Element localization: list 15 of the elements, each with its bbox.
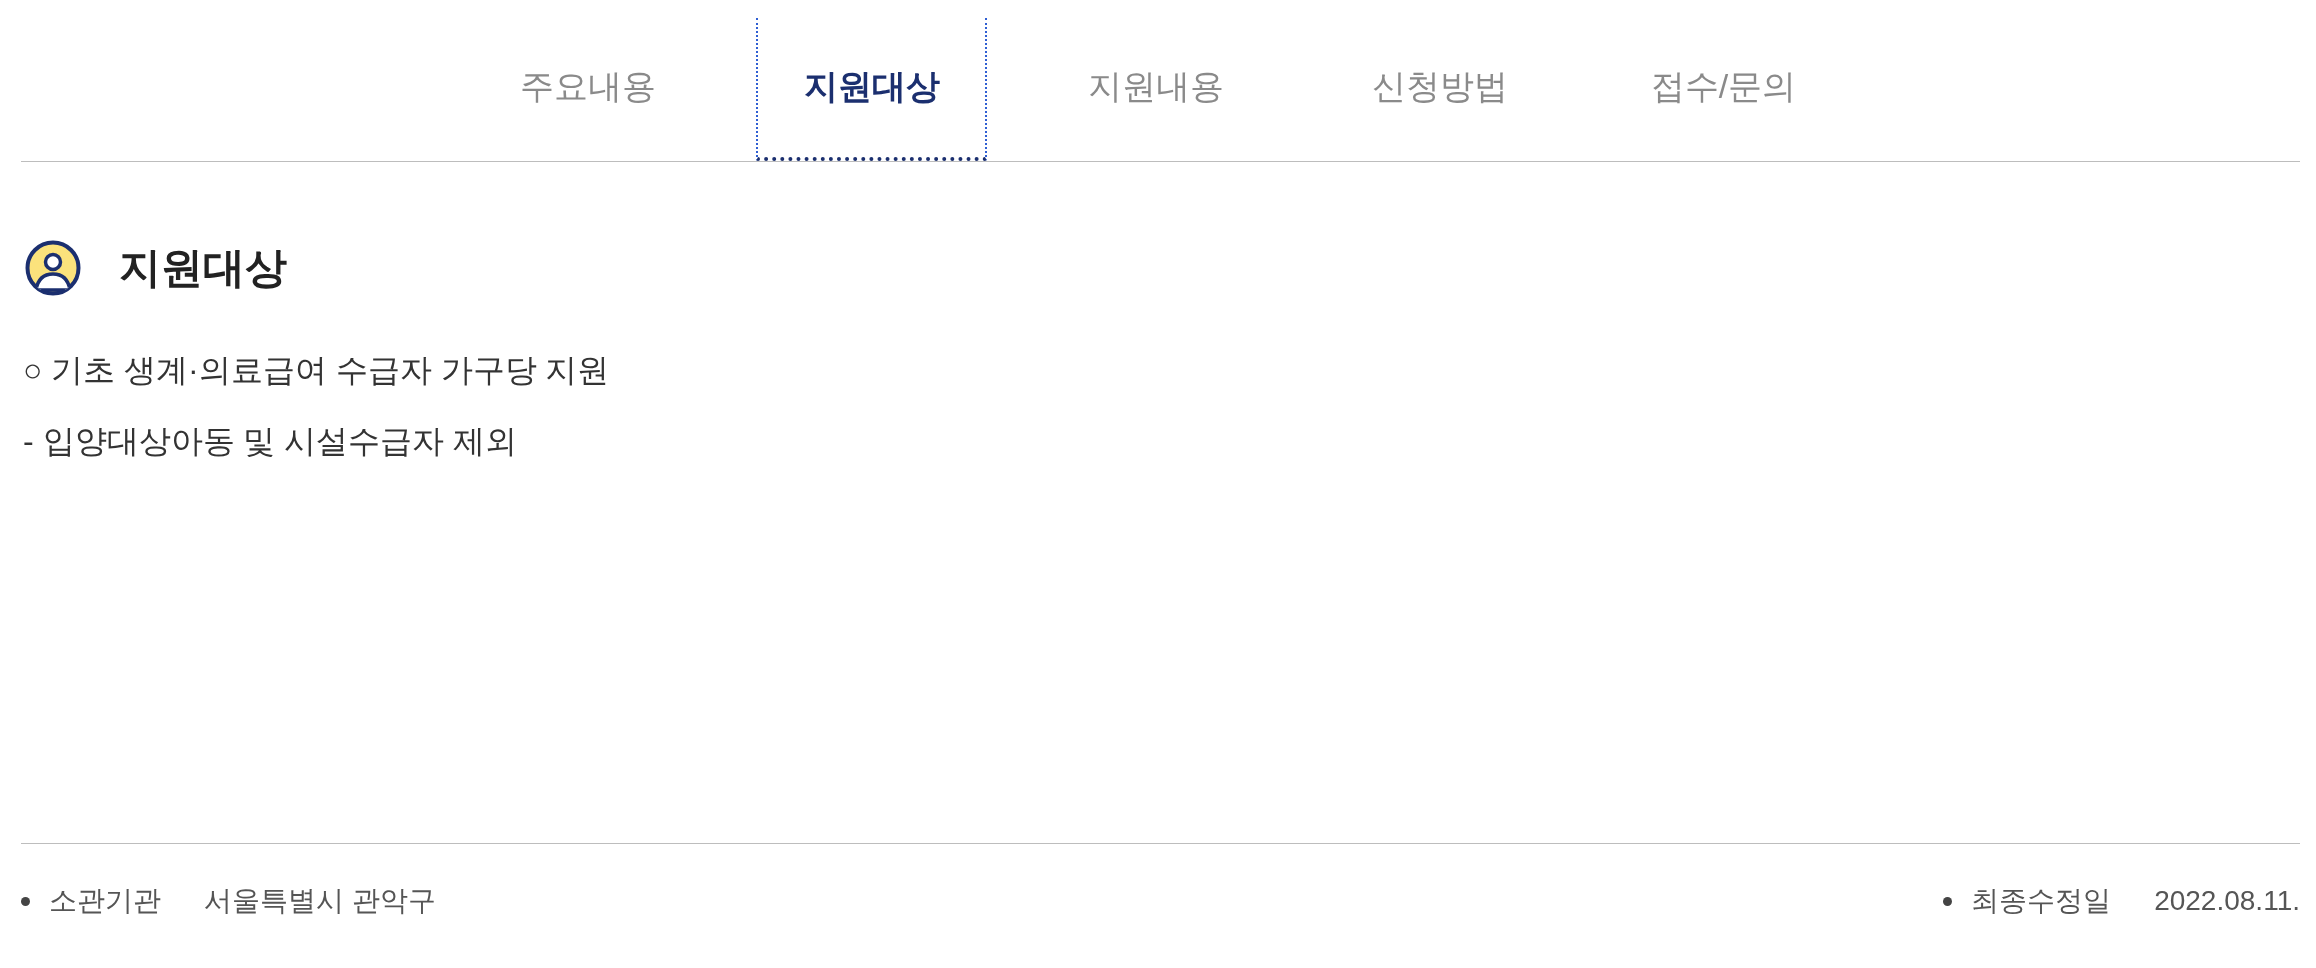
tab[interactable]: 지원대상	[756, 18, 987, 161]
body-text: ○ 기초 생계·의료급여 수급자 가구당 지원	[23, 351, 611, 390]
tab[interactable]: 접수/문의	[1608, 18, 1839, 161]
body-text: - 입양대상아동 및 시설수급자 제외	[23, 422, 519, 461]
tab[interactable]: 신청방법	[1324, 18, 1555, 161]
footer-value: 2022.08.11.	[2154, 884, 2300, 918]
footer-label: 최종수정일	[1971, 884, 2112, 918]
bullet-icon	[21, 896, 30, 906]
footer-value: 서울특별시 관악구	[204, 884, 436, 918]
footer-label: 소관기관	[49, 884, 161, 918]
tab[interactable]: 지원내용	[1040, 18, 1271, 161]
section-title: 지원대상	[119, 243, 287, 293]
bullet-icon	[1943, 896, 1953, 906]
tab[interactable]: 주요내용	[472, 18, 703, 161]
user-icon	[25, 240, 81, 296]
